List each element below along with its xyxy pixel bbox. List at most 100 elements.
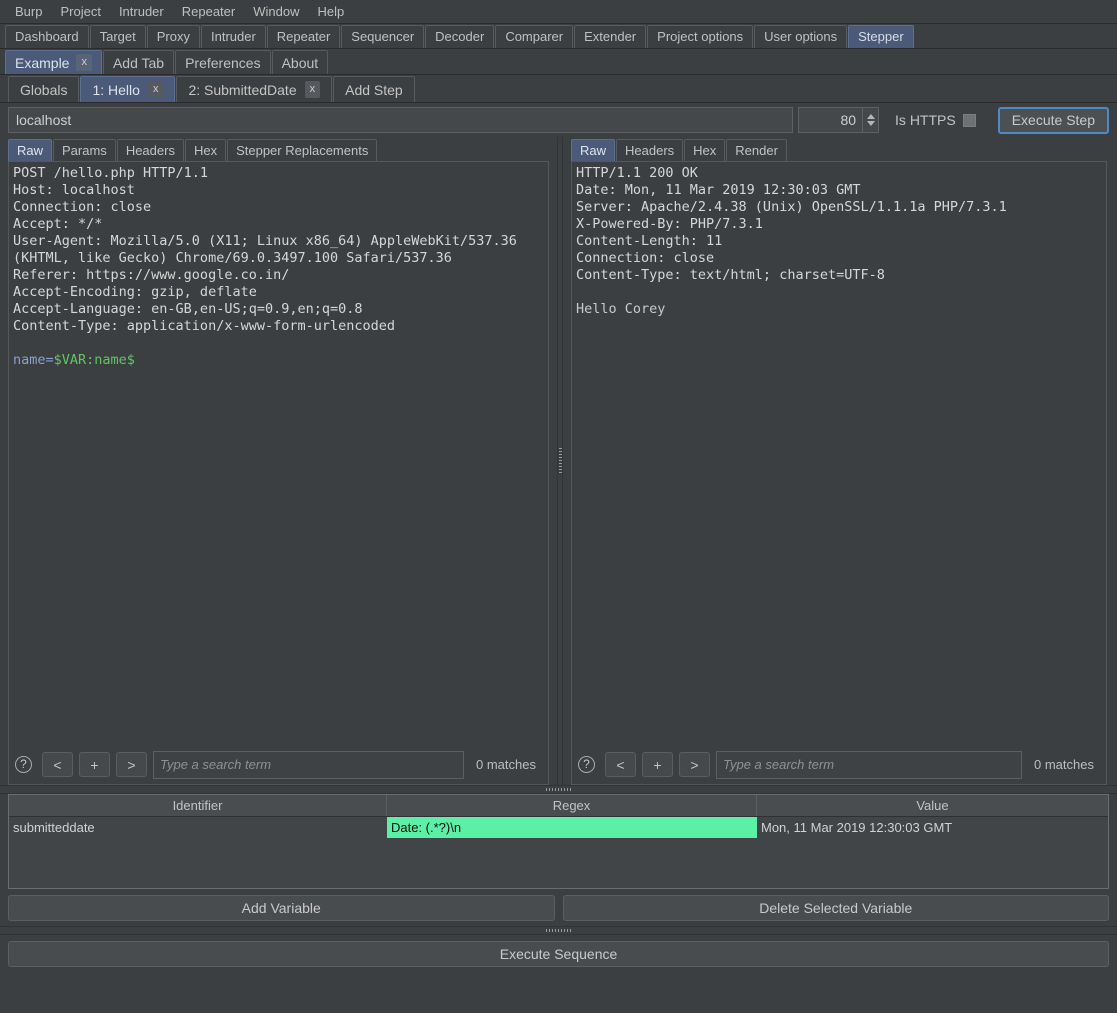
- menu-item-repeater[interactable]: Repeater: [173, 1, 244, 22]
- response-editor[interactable]: HTTP/1.1 200 OK Date: Mon, 11 Mar 2019 1…: [571, 161, 1107, 745]
- close-icon[interactable]: x: [304, 81, 321, 98]
- menu-item-burp[interactable]: Burp: [6, 1, 51, 22]
- cell-regex[interactable]: Date: (.*?)\n: [387, 817, 757, 838]
- request-tab-hex[interactable]: Hex: [184, 139, 227, 161]
- response-match-count: 0 matches: [1034, 757, 1094, 772]
- column-header-identifier[interactable]: Identifier: [9, 795, 387, 816]
- step-tab-add-step[interactable]: Add Step: [333, 76, 415, 102]
- request-tab-stepper-replacements[interactable]: Stepper Replacements: [227, 139, 378, 161]
- request-pane: Raw Params Headers Hex Stepper Replaceme…: [0, 137, 557, 785]
- stepper-tab-example-label: Example: [15, 54, 70, 71]
- tab-repeater[interactable]: Repeater: [266, 25, 341, 48]
- menu-item-window[interactable]: Window: [244, 1, 308, 22]
- tab-target[interactable]: Target: [89, 25, 146, 48]
- tab-sequencer[interactable]: Sequencer: [341, 25, 425, 48]
- step-tab-hello[interactable]: 1: Hello x: [80, 76, 176, 102]
- is-https-checkbox[interactable]: [962, 113, 976, 127]
- variables-splitter[interactable]: [0, 785, 1117, 794]
- response-tab-headers[interactable]: Headers: [616, 139, 684, 161]
- request-tab-params[interactable]: Params: [53, 139, 116, 161]
- question-circle-icon[interactable]: ?: [578, 756, 595, 773]
- response-tab-render[interactable]: Render: [726, 139, 787, 161]
- tab-comparer[interactable]: Comparer: [495, 25, 574, 48]
- request-search-input[interactable]: [153, 750, 465, 779]
- close-icon[interactable]: x: [147, 81, 164, 98]
- stepper-tab-preferences[interactable]: Preferences: [175, 50, 271, 74]
- step-tab-hello-label: 1: Hello: [92, 81, 140, 98]
- request-tab-headers[interactable]: Headers: [116, 139, 184, 161]
- message-panes: Raw Params Headers Hex Stepper Replaceme…: [0, 137, 1117, 785]
- variables-table-header: Identifier Regex Value: [9, 795, 1108, 817]
- menu-bar: Burp Project Intruder Repeater Window He…: [0, 0, 1117, 24]
- stepper-tab-add-tab[interactable]: Add Tab: [102, 50, 175, 74]
- delete-selected-variable-button[interactable]: Delete Selected Variable: [562, 895, 1109, 921]
- variable-buttons-row: Add Variable Delete Selected Variable: [0, 889, 1117, 926]
- is-https-label: Is HTTPS: [895, 112, 956, 128]
- response-tab-raw[interactable]: Raw: [571, 139, 616, 161]
- tab-proxy[interactable]: Proxy: [146, 25, 200, 48]
- cell-value[interactable]: Mon, 11 Mar 2019 12:30:03 GMT: [757, 817, 1108, 838]
- step-tab-submitteddate-label: 2: SubmittedDate: [188, 81, 297, 98]
- splitter-grip-icon: [558, 448, 562, 474]
- menu-item-help[interactable]: Help: [308, 1, 353, 22]
- footer-splitter[interactable]: [0, 926, 1117, 935]
- response-search-input[interactable]: [716, 750, 1023, 779]
- step-tab-globals[interactable]: Globals: [8, 76, 80, 102]
- step-tab-submitteddate[interactable]: 2: SubmittedDate x: [176, 76, 333, 102]
- response-search-next-button[interactable]: >: [679, 752, 710, 777]
- request-search-row: ? < + > 0 matches: [8, 745, 549, 785]
- request-search-add-button[interactable]: +: [79, 752, 110, 777]
- step-tab-bar: Globals 1: Hello x 2: SubmittedDate x Ad…: [0, 75, 1117, 103]
- close-icon[interactable]: x: [76, 54, 92, 71]
- question-circle-icon[interactable]: ?: [15, 756, 32, 773]
- tab-intruder[interactable]: Intruder: [200, 25, 266, 48]
- host-row: Is HTTPS Execute Step: [0, 103, 1117, 137]
- variables-table: Identifier Regex Value submitteddate Dat…: [8, 794, 1109, 889]
- menu-item-intruder[interactable]: Intruder: [110, 1, 173, 22]
- response-headers-text: HTTP/1.1 200 OK Date: Mon, 11 Mar 2019 1…: [576, 165, 1007, 283]
- cell-identifier[interactable]: submitteddate: [9, 817, 387, 838]
- add-variable-button[interactable]: Add Variable: [8, 895, 555, 921]
- splitter-grip-icon: [545, 929, 572, 932]
- stepper-tab-about[interactable]: About: [271, 50, 329, 74]
- execute-sequence-button[interactable]: Execute Sequence: [8, 941, 1109, 967]
- response-tab-hex[interactable]: Hex: [684, 139, 726, 161]
- host-input[interactable]: [8, 107, 794, 133]
- port-stepper[interactable]: [798, 107, 880, 133]
- footer-row: Execute Sequence: [0, 935, 1117, 967]
- column-header-regex[interactable]: Regex: [387, 795, 757, 816]
- main-tab-bar: Dashboard Target Proxy Intruder Repeater…: [0, 24, 1117, 49]
- port-input[interactable]: [799, 108, 863, 132]
- tab-stepper[interactable]: Stepper: [848, 25, 914, 48]
- response-body-text: Hello Corey: [576, 301, 666, 317]
- request-tab-bar: Raw Params Headers Hex Stepper Replaceme…: [0, 137, 557, 161]
- response-search-row: ? < + > 0 matches: [571, 745, 1107, 785]
- tab-project-options[interactable]: Project options: [647, 25, 754, 48]
- response-search-add-button[interactable]: +: [642, 752, 673, 777]
- response-search-prev-button[interactable]: <: [605, 752, 636, 777]
- response-tab-bar: Raw Headers Hex Render: [563, 137, 1115, 161]
- request-body-key: name=: [13, 352, 54, 368]
- splitter-grip-icon: [545, 788, 572, 791]
- column-header-value[interactable]: Value: [757, 795, 1108, 816]
- chevron-up-icon[interactable]: [866, 114, 875, 119]
- tab-dashboard[interactable]: Dashboard: [5, 25, 89, 48]
- table-row[interactable]: submitteddate Date: (.*?)\n Mon, 11 Mar …: [9, 817, 1108, 838]
- request-body-value: $VAR:name$: [53, 352, 135, 368]
- request-search-prev-button[interactable]: <: [42, 752, 73, 777]
- stepper-tab-bar: Example x Add Tab Preferences About: [0, 49, 1117, 75]
- execute-step-button[interactable]: Execute Step: [997, 106, 1109, 134]
- request-editor[interactable]: POST /hello.php HTTP/1.1 Host: localhost…: [8, 161, 549, 745]
- tab-extender[interactable]: Extender: [574, 25, 647, 48]
- menu-item-project[interactable]: Project: [51, 1, 109, 22]
- request-match-count: 0 matches: [476, 757, 536, 772]
- request-tab-raw[interactable]: Raw: [8, 139, 53, 161]
- tab-decoder[interactable]: Decoder: [425, 25, 495, 48]
- response-pane: Raw Headers Hex Render HTTP/1.1 200 OK D…: [563, 137, 1115, 785]
- chevron-down-icon[interactable]: [866, 121, 875, 126]
- tab-user-options[interactable]: User options: [754, 25, 848, 48]
- request-headers-text: POST /hello.php HTTP/1.1 Host: localhost…: [13, 165, 517, 334]
- port-spinner-arrows[interactable]: [862, 108, 878, 132]
- stepper-tab-example[interactable]: Example x: [5, 50, 102, 74]
- request-search-next-button[interactable]: >: [116, 752, 147, 777]
